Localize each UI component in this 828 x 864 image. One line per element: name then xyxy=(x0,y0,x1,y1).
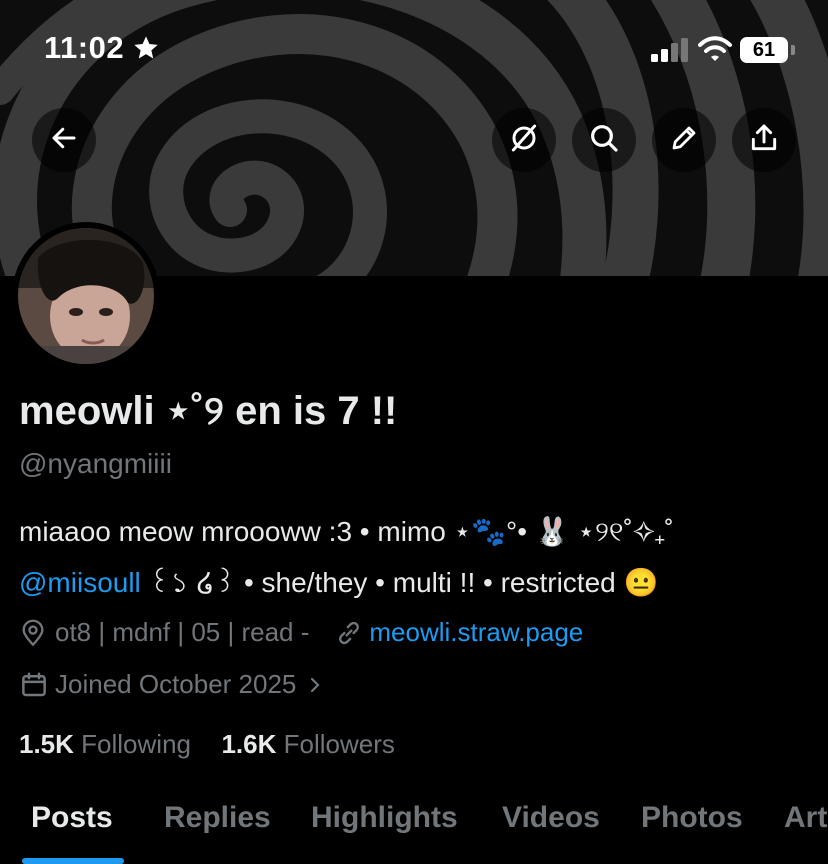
search-icon xyxy=(588,122,620,159)
search-button[interactable] xyxy=(572,108,636,172)
profile-meta-row: ot8 | mdnf | 05 | read - meowli.straw.pa… xyxy=(19,617,583,648)
tab-posts[interactable]: Posts xyxy=(31,801,113,835)
tab-replies[interactable]: Replies xyxy=(164,801,271,835)
battery-indicator: 61 xyxy=(740,37,788,63)
cellular-signal-icon xyxy=(651,38,691,67)
tab-highlights[interactable]: Highlights xyxy=(311,801,458,835)
bio-mention-link[interactable]: @miisoull xyxy=(19,567,141,598)
location-text: ot8 | mdnf | 05 | read - xyxy=(55,617,310,647)
joined-row[interactable]: Joined October 2025 xyxy=(19,669,324,700)
star-icon xyxy=(132,34,160,67)
battery-cap xyxy=(791,45,795,55)
share-button[interactable] xyxy=(732,108,796,172)
edit-button[interactable] xyxy=(652,108,716,172)
chevron-right-icon xyxy=(306,673,324,697)
display-name: meowli ⋆˚୨ en is 7 !! xyxy=(19,389,398,433)
grok-button[interactable] xyxy=(492,108,556,172)
share-icon xyxy=(748,122,780,159)
tab-photos[interactable]: Photos xyxy=(641,801,743,835)
follow-stats: 1.5K Following 1.6K Followers xyxy=(19,729,395,760)
followers-label: Followers xyxy=(283,729,395,759)
active-tab-indicator xyxy=(22,858,124,864)
bio-line-2-text: ꒰১ ໒꒱ • she/they • multi !! • restricted… xyxy=(140,567,659,598)
back-arrow-icon xyxy=(49,123,79,158)
following-label: Following xyxy=(81,729,191,759)
following-stat[interactable]: 1.5K Following xyxy=(19,729,191,759)
website-link[interactable]: meowli.straw.page xyxy=(369,617,583,648)
followers-stat[interactable]: 1.6K Followers xyxy=(221,729,394,759)
back-button[interactable] xyxy=(32,108,96,172)
pencil-icon xyxy=(669,123,699,158)
grok-icon xyxy=(508,122,540,159)
link-icon xyxy=(335,619,363,647)
following-count: 1.5K xyxy=(19,729,74,759)
status-time: 11:02 xyxy=(44,30,125,65)
tab-videos[interactable]: Videos xyxy=(502,801,600,835)
location-pin-icon xyxy=(19,619,47,647)
joined-text: Joined October 2025 xyxy=(55,669,297,699)
profile-avatar[interactable] xyxy=(12,222,160,370)
wifi-icon xyxy=(698,36,732,67)
tab-art[interactable]: Art xyxy=(784,801,827,835)
profile-handle: @nyangmiiii xyxy=(19,448,172,479)
profile-tabs: Posts Replies Highlights Videos Photos A… xyxy=(0,796,828,864)
bio-line-2: @miisoull ꒰১ ໒꒱ • she/they • multi !! • … xyxy=(19,561,658,608)
bio-line-1: miaaoo meow mroooww :3 • mimo ⋆🐾°• 🐰 ⋆୨୧… xyxy=(19,516,674,547)
calendar-icon xyxy=(19,670,49,700)
status-bar: 11:02 61 xyxy=(0,0,828,96)
followers-count: 1.6K xyxy=(221,729,277,759)
